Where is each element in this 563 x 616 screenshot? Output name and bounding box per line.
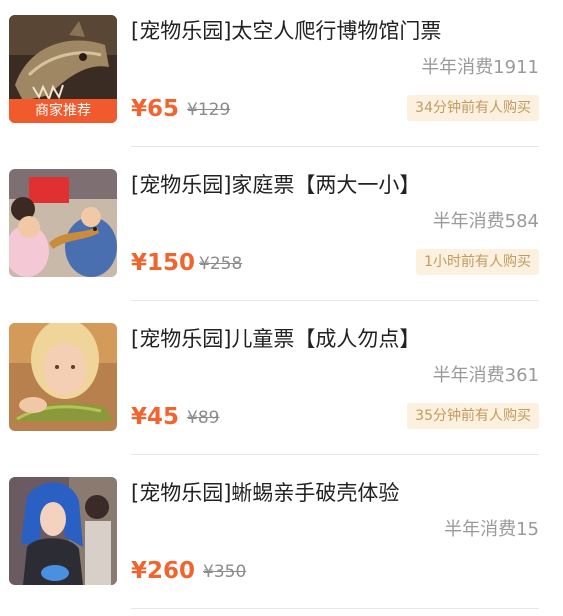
sale-price: ¥65 (131, 96, 180, 122)
sale-price: ¥260 (131, 558, 196, 584)
half-year-sales: 半年消费584 (432, 211, 539, 232)
merchant-recommend-badge: 商家推荐 (9, 99, 117, 123)
sale-price: ¥45 (131, 404, 180, 430)
divider (131, 608, 539, 609)
product-thumbnail[interactable]: 商家推荐 (9, 15, 117, 123)
product-item[interactable]: 商家推荐 [宠物乐园]太空人爬行博物馆门票 半年消费1911 ¥65 ¥129 … (0, 0, 563, 154)
half-year-sales: 半年消费15 (444, 519, 539, 540)
original-price: ¥129 (187, 100, 231, 120)
product-item[interactable]: [宠物乐园]儿童票【成人勿点】 半年消费361 ¥45 ¥89 35分钟前有人购… (0, 308, 563, 462)
divider (131, 454, 539, 455)
half-year-sales: 半年消费361 (432, 365, 539, 386)
product-thumbnail[interactable] (9, 169, 117, 277)
recent-purchase-tag: 1小时前有人购买 (416, 249, 539, 275)
product-title[interactable]: [宠物乐园]蜥蜴亲手破壳体验 (131, 478, 551, 508)
divider (131, 300, 539, 301)
recent-purchase-tag: 34分钟前有人购买 (407, 95, 539, 121)
children-with-reptile-image (9, 169, 117, 277)
product-title[interactable]: [宠物乐园]家庭票【两大一小】 (131, 170, 551, 200)
product-title[interactable]: [宠物乐园]儿童票【成人勿点】 (131, 324, 551, 354)
product-item[interactable]: [宠物乐园]蜥蜴亲手破壳体验 半年消费15 ¥260 ¥350 (0, 462, 563, 616)
divider (131, 146, 539, 147)
sale-price: ¥150 (131, 250, 196, 276)
woman-blue-hair-image (9, 477, 117, 585)
recent-purchase-tag: 35分钟前有人购买 (407, 403, 539, 429)
original-price: ¥350 (203, 562, 247, 582)
original-price: ¥89 (187, 408, 220, 428)
product-thumbnail[interactable] (9, 323, 117, 431)
half-year-sales: 半年消费1911 (421, 57, 539, 78)
girl-with-lizard-image (9, 323, 117, 431)
original-price: ¥258 (199, 254, 243, 274)
product-list: 商家推荐 [宠物乐园]太空人爬行博物馆门票 半年消费1911 ¥65 ¥129 … (0, 0, 563, 609)
product-thumbnail[interactable] (9, 477, 117, 585)
product-item[interactable]: [宠物乐园]家庭票【两大一小】 半年消费584 ¥150 ¥258 1小时前有人… (0, 154, 563, 308)
product-title[interactable]: [宠物乐园]太空人爬行博物馆门票 (131, 16, 551, 46)
